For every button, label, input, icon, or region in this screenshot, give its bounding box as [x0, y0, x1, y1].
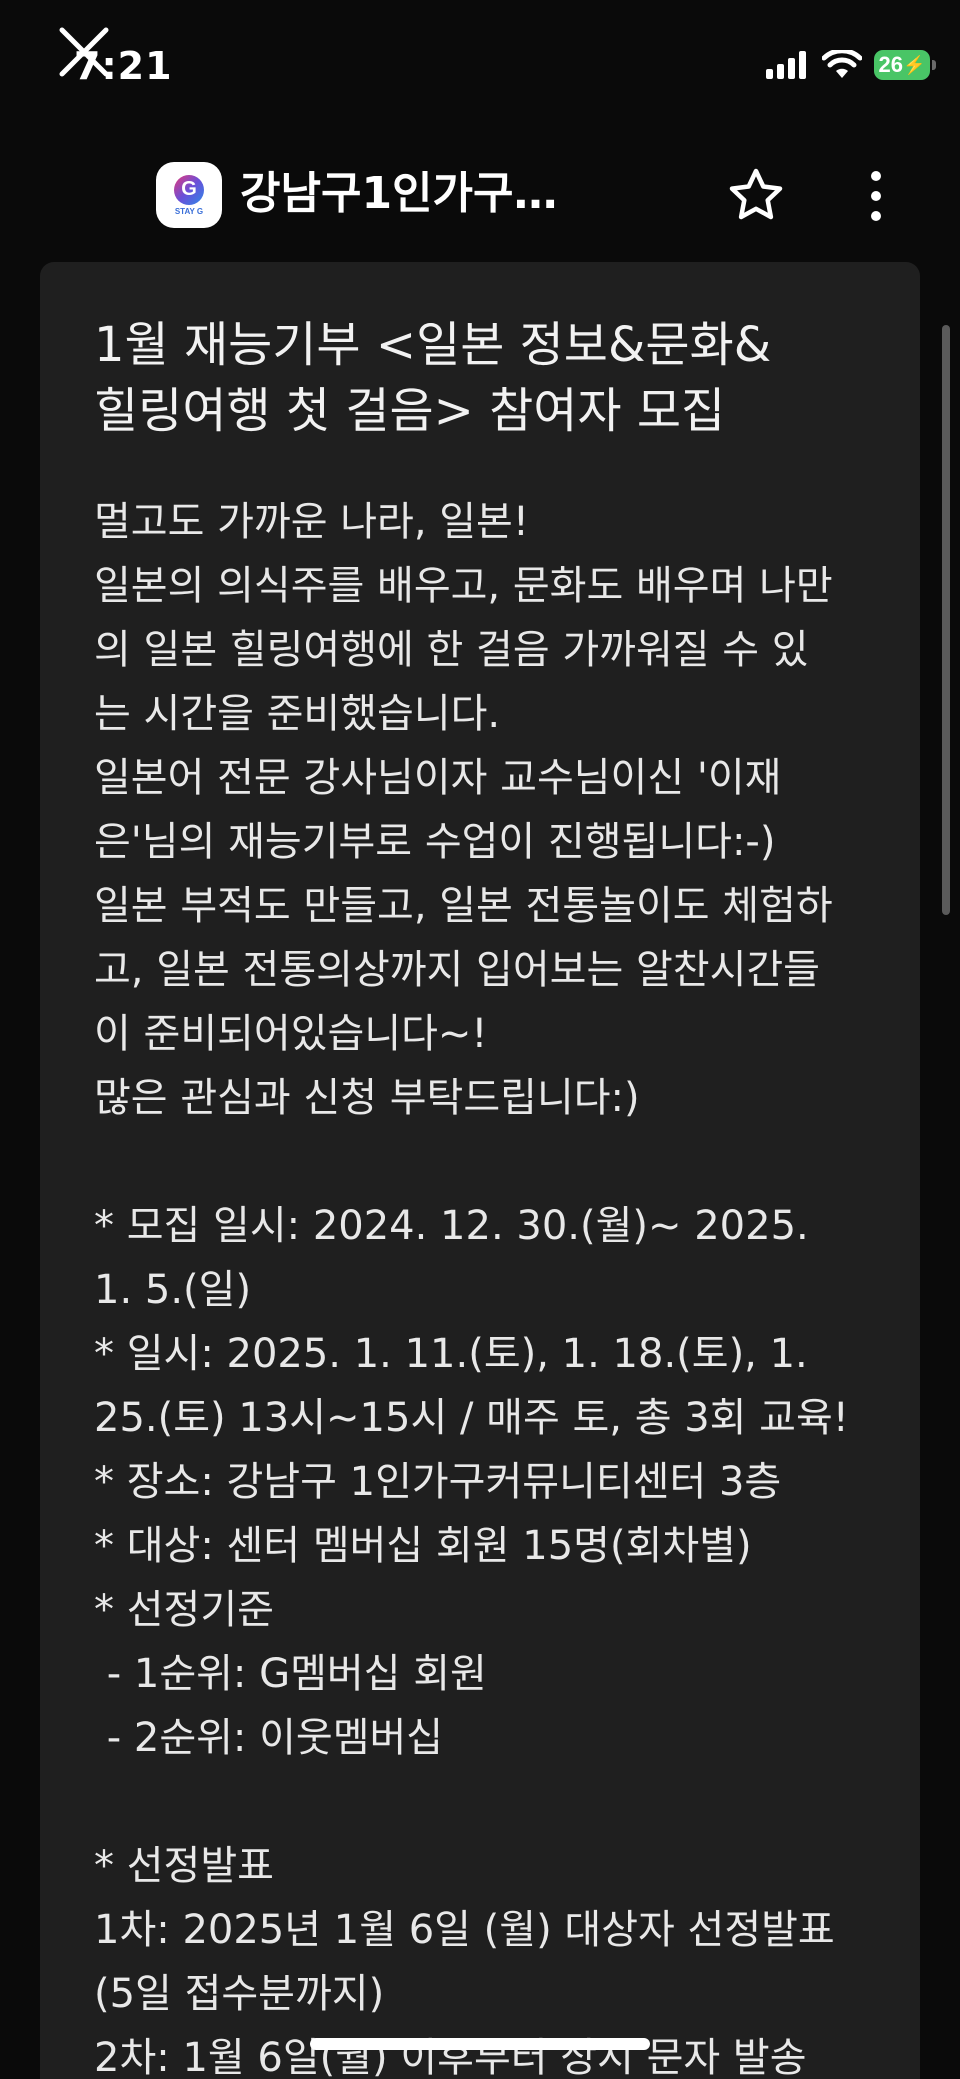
battery-level: 26 — [878, 52, 904, 77]
post-body-line: 1. 5.(일) — [94, 1267, 252, 1313]
post-body-line: 25.(토) 13시~15시 / 매주 토, 총 3회 교육! — [94, 1395, 849, 1441]
screen: 7:21 26 ⚡ G STAY G 강남구1인가구… 1월 재능기부 <일본 … — [0, 0, 960, 2079]
post-body-line: 1차: 2025년 1월 6일 (월) 대상자 선정발표 — [94, 1907, 835, 1953]
post-body-line: * 장소: 강남구 1인가구커뮤니티센터 3층 — [94, 1459, 782, 1505]
post-body-line: * 선정발표 — [94, 1843, 274, 1889]
post-title-line: 1월 재능기부 <일본 정보&문화& — [94, 317, 772, 373]
status-bar: 7:21 26 ⚡ — [0, 0, 960, 120]
close-icon[interactable] — [50, 18, 118, 86]
cellular-signal-icon — [766, 51, 806, 79]
post-body-line: 는 시간을 준비했습니다. — [94, 691, 501, 737]
post-body-line: 은'님의 재능기부로 수업이 진행됩니다:-) — [94, 819, 776, 865]
post-body-line: * 대상: 센터 멤버십 회원 15명(회차별) — [94, 1523, 752, 1569]
channel-title[interactable]: 강남구1인가구… — [240, 166, 580, 222]
post-body-line: * 선정기준 — [94, 1587, 274, 1633]
channel-logo-letter: G — [174, 174, 204, 205]
post-body-line: - 1순위: G멤버십 회원 — [94, 1651, 487, 1697]
charging-bolt-icon: ⚡ — [903, 54, 926, 75]
star-icon[interactable] — [726, 166, 786, 226]
post-body-line: - 2순위: 이웃멤버십 — [94, 1715, 444, 1761]
post-body-line: 일본의 의식주를 배우고, 문화도 배우며 나만 — [94, 563, 833, 609]
post-body-line: 의 일본 힐링여행에 한 걸음 가까워질 수 있 — [94, 627, 809, 673]
wifi-icon — [822, 50, 862, 78]
post-body-line: 많은 관심과 신청 부탁드립니다:) — [94, 1075, 640, 1121]
channel-logo-icon[interactable]: G STAY G — [156, 162, 222, 228]
status-icons: 26 ⚡ — [766, 50, 936, 80]
post-body-blank-line — [94, 1130, 884, 1194]
post-body-line: 이 준비되어있습니다~! — [94, 1011, 488, 1057]
post-body-line: 일본 부적도 만들고, 일본 전통놀이도 체험하 — [94, 883, 833, 929]
post-body-line: * 일시: 2025. 1. 11.(토), 1. 18.(토), 1. — [94, 1331, 808, 1377]
post-body-blank-line — [94, 1770, 884, 1834]
post-body-line: 멀고도 가까운 나라, 일본! — [94, 499, 529, 545]
post-card: 1월 재능기부 <일본 정보&문화& 힐링여행 첫 걸음> 참여자 모집 멀고도… — [40, 262, 920, 2079]
post-title-line: 힐링여행 첫 걸음> 참여자 모집 — [94, 383, 726, 439]
battery-charging-icon: 26 ⚡ — [874, 50, 936, 80]
channel-logo-subtext: STAY G — [174, 206, 204, 216]
post-body: 멀고도 가까운 나라, 일본! 일본의 의식주를 배우고, 문화도 배우며 나만… — [94, 490, 884, 2079]
home-indicator[interactable] — [310, 2038, 650, 2050]
post-body-line: 일본어 전문 강사님이자 교수님이신 '이재 — [94, 755, 782, 801]
post-title: 1월 재능기부 <일본 정보&문화& 힐링여행 첫 걸음> 참여자 모집 — [94, 312, 894, 444]
scrollbar[interactable] — [942, 325, 950, 915]
more-vertical-icon[interactable] — [848, 166, 904, 226]
post-body-line: 고, 일본 전통의상까지 입어보는 알찬시간들 — [94, 947, 820, 993]
post-body-line: (5일 접수분까지) — [94, 1971, 385, 2017]
post-body-line: 2차: 1월 6일(월) 이후부터 상시 문자 발송 — [94, 2035, 807, 2079]
post-body-line: * 모집 일시: 2024. 12. 30.(월)~ 2025. — [94, 1203, 809, 1249]
